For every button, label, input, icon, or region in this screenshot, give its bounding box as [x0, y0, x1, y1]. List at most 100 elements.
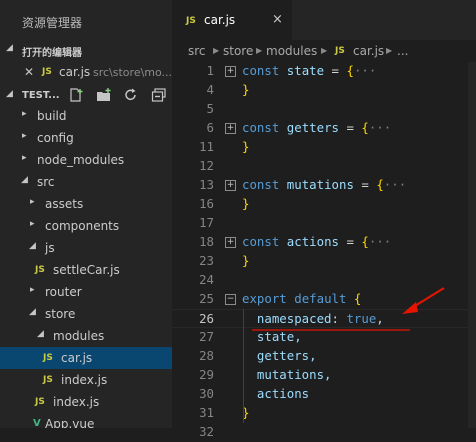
- annotation-arrow: [252, 287, 445, 331]
- line-number: 4: [206, 82, 214, 97]
- tree-item-js-folder[interactable]: ◢ js: [0, 237, 172, 259]
- chevron-right-icon: ▶: [321, 46, 328, 55]
- collapse-all-icon[interactable]: [151, 88, 167, 102]
- operator: =: [339, 120, 362, 135]
- folded-ellipsis[interactable]: ···: [369, 120, 391, 135]
- code-line: 29 mutations,: [172, 366, 476, 385]
- tree-item-label: config: [37, 131, 74, 145]
- line-number: 5: [206, 101, 214, 116]
- close-icon[interactable]: ✕: [24, 65, 34, 79]
- open-editors-header[interactable]: ◢ 打开的编辑器: [0, 40, 172, 60]
- new-folder-icon[interactable]: [96, 88, 112, 102]
- tree-item-car-js[interactable]: JS car.js: [0, 347, 172, 369]
- refresh-icon[interactable]: [123, 88, 139, 102]
- tree-item-modules-index-js[interactable]: JS index.js: [0, 369, 172, 391]
- line-number: 11: [199, 139, 214, 154]
- chevron-right-icon: ▸: [30, 285, 35, 295]
- chevron-down-icon: ◢: [6, 43, 13, 53]
- line-number: 32: [199, 424, 214, 439]
- js-file-icon: JS: [42, 67, 52, 77]
- tree-item-label: store: [45, 307, 76, 321]
- tree-item-label: router: [45, 285, 82, 299]
- chevron-down-icon: ◢: [6, 89, 13, 99]
- line-number: 31: [199, 405, 214, 420]
- line-number: 17: [199, 215, 214, 230]
- line-number: 28: [199, 348, 214, 363]
- fold-expand-icon[interactable]: +: [225, 237, 236, 248]
- open-brace: {: [361, 120, 369, 135]
- breadcrumb-car-js[interactable]: car.js: [353, 44, 384, 58]
- code-line: 4 }: [172, 81, 476, 100]
- js-file-icon: JS: [35, 265, 45, 275]
- js-file-icon: JS: [43, 353, 53, 363]
- chevron-right-icon: ▸: [22, 153, 27, 163]
- fold-expand-icon[interactable]: +: [225, 123, 236, 134]
- breadcrumb-modules[interactable]: modules: [266, 44, 317, 58]
- close-icon[interactable]: ×: [272, 12, 283, 27]
- open-brace: {: [346, 63, 354, 78]
- code-line: 11 }: [172, 138, 476, 157]
- keyword: const: [242, 177, 280, 192]
- open-editor-item-car-js[interactable]: ✕ JS car.js src\store\mo...: [0, 62, 172, 84]
- tree-item-store[interactable]: ◢ store: [0, 303, 172, 325]
- chevron-down-icon: ◢: [37, 329, 44, 339]
- chevron-right-icon: ▸: [30, 219, 35, 229]
- tree-item-label: assets: [45, 197, 84, 211]
- tree-item-label: settleCar.js: [53, 263, 120, 277]
- line-number: 24: [199, 272, 214, 287]
- line-number: 6: [206, 120, 214, 135]
- tree-item-router[interactable]: ▸ router: [0, 281, 172, 303]
- folded-ellipsis[interactable]: ···: [354, 63, 376, 78]
- tree-item-store-index-js[interactable]: JS index.js: [0, 391, 172, 413]
- chevron-right-icon: ▶: [386, 46, 393, 55]
- tree-item-node-modules[interactable]: ▸ node_modules: [0, 149, 172, 171]
- tab-label: car.js: [204, 13, 236, 27]
- folded-ellipsis[interactable]: ···: [369, 234, 391, 249]
- tree-item-settlecar-js[interactable]: JS settleCar.js: [0, 259, 172, 281]
- editor-tab-bar: JS car.js ×: [172, 0, 476, 40]
- code-line: 17: [172, 214, 476, 233]
- tree-item-label: modules: [53, 329, 105, 343]
- keyword: const: [242, 234, 280, 249]
- tab-car-js[interactable]: JS car.js ×: [172, 0, 292, 40]
- code-line: 30 actions: [172, 385, 476, 404]
- fold-expand-icon[interactable]: +: [225, 180, 236, 191]
- tree-item-label: components: [45, 219, 120, 233]
- workspace-header[interactable]: ◢ TEST...: [0, 84, 172, 106]
- chevron-right-icon: ▸: [30, 197, 35, 207]
- folded-ellipsis[interactable]: ···: [384, 177, 406, 192]
- line-number: 18: [199, 234, 214, 249]
- js-file-icon: JS: [43, 375, 53, 385]
- code-editor[interactable]: 1 + const state = {··· 4 } 5 6 + const g…: [172, 62, 476, 439]
- breadcrumb-more[interactable]: ...: [397, 44, 408, 58]
- code-line: 6 + const getters = {···: [172, 119, 476, 138]
- editor-scrollbar[interactable]: [468, 62, 476, 428]
- tree-item-components[interactable]: ▸ components: [0, 215, 172, 237]
- breadcrumb-store[interactable]: store: [223, 44, 253, 58]
- tree-item-modules[interactable]: ◢ modules: [0, 325, 172, 347]
- close-brace: }: [242, 253, 250, 268]
- js-file-icon: JS: [335, 46, 345, 56]
- breadcrumb: src ▶ store ▶ modules ▶ JS car.js ▶ ...: [172, 40, 476, 62]
- tree-item-app-vue[interactable]: V App.vue: [0, 413, 172, 428]
- tree-item-config[interactable]: ▸ config: [0, 127, 172, 149]
- chevron-right-icon: ▶: [256, 46, 263, 55]
- breadcrumb-src[interactable]: src: [188, 44, 206, 58]
- code-line: 18 + const actions = {···: [172, 233, 476, 252]
- js-file-icon: JS: [186, 16, 196, 26]
- new-file-icon[interactable]: [68, 88, 84, 102]
- tree-item-src[interactable]: ◢ src: [0, 171, 172, 193]
- identifier: getters: [286, 120, 339, 135]
- line-number: 13: [199, 177, 214, 192]
- code-line: 16 }: [172, 195, 476, 214]
- close-brace: }: [242, 139, 250, 154]
- chevron-right-icon: ▸: [22, 109, 27, 119]
- code-line: 13 + const mutations = {···: [172, 176, 476, 195]
- tree-item-build[interactable]: ▸ build: [0, 105, 172, 127]
- fold-collapse-icon[interactable]: −: [225, 294, 236, 305]
- fold-expand-icon[interactable]: +: [225, 66, 236, 77]
- tree-item-assets[interactable]: ▸ assets: [0, 193, 172, 215]
- identifier: state: [286, 63, 325, 78]
- identifier: mutations: [286, 177, 354, 192]
- line-number: 12: [199, 158, 214, 173]
